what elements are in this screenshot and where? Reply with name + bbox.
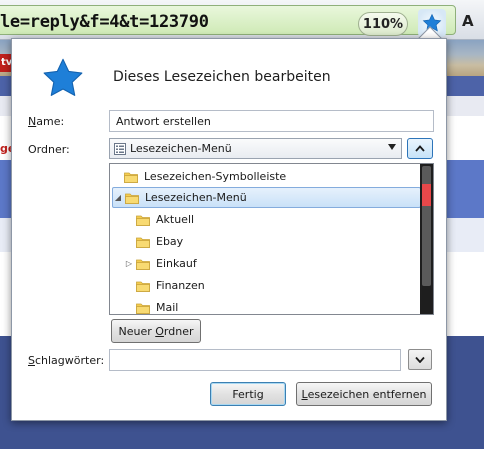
tree-twisty-collapsed[interactable]: ▷ — [124, 259, 134, 268]
folder-icon — [136, 259, 150, 270]
tree-item-label: Mail — [156, 301, 179, 314]
url-text[interactable]: le=reply&f=4&t=123790 — [0, 12, 209, 32]
tags-label-accel: S — [28, 354, 35, 367]
tree-item-lesezeichen-menue[interactable]: ◢ Lesezeichen-Menü — [112, 187, 421, 208]
new-folder-label-accel: O — [155, 324, 164, 338]
zoom-level-badge[interactable]: 110% — [358, 12, 408, 36]
collapse-folder-tree-button[interactable] — [407, 138, 433, 159]
tree-item-lesezeichen-symbolleiste[interactable]: Lesezeichen-Symbolleiste — [112, 166, 421, 187]
folder-tree[interactable]: Lesezeichen-Symbolleiste ◢ Lesezeichen-M… — [109, 163, 434, 315]
remove-label-rest: esezeichen entfernen — [307, 387, 427, 401]
folder-select[interactable]: Lesezeichen-Menü — [109, 138, 402, 159]
remove-bookmark-button[interactable]: Lesezeichen entfernen — [296, 382, 432, 406]
toolbar-overflow-letter[interactable]: A — [462, 12, 474, 30]
tags-dropdown-button[interactable] — [408, 349, 432, 370]
tree-item-label: Lesezeichen-Menü — [145, 191, 247, 204]
new-folder-label-pre: Neuer — [118, 324, 156, 338]
tags-input[interactable] — [109, 349, 401, 371]
folder-icon — [136, 237, 150, 248]
tags-label-rest: chlagwörter: — [34, 354, 105, 367]
chevron-down-icon — [388, 144, 396, 150]
chevron-down-icon — [415, 356, 425, 363]
tree-scrollbar-marker — [422, 184, 431, 206]
done-button[interactable]: Fertig — [210, 382, 286, 406]
tree-item-label: Finanzen — [156, 279, 205, 292]
tree-item-einkauf[interactable]: ▷ Einkauf — [112, 253, 421, 274]
tree-item-ebay[interactable]: Ebay — [112, 231, 421, 252]
folder-label: Ordner: — [28, 143, 70, 156]
folder-icon — [125, 193, 139, 204]
edit-bookmark-panel: Dieses Lesezeichen bearbeiten Name: Ordn… — [11, 38, 447, 421]
panel-title: Dieses Lesezeichen bearbeiten — [113, 69, 331, 85]
name-label: Name: — [28, 115, 64, 128]
folder-icon — [124, 172, 138, 183]
folder-icon — [136, 303, 150, 314]
tags-label: Schlagwörter: — [28, 354, 104, 367]
tree-item-label: Ebay — [156, 235, 184, 248]
star-icon — [41, 56, 85, 103]
tree-item-finanzen[interactable]: Finanzen — [112, 275, 421, 296]
tree-scrollbar[interactable] — [420, 164, 433, 314]
tree-item-aktuell[interactable]: Aktuell — [112, 209, 421, 230]
name-label-rest: ame: — [36, 115, 65, 128]
bookmarks-menu-icon — [114, 142, 126, 155]
tree-item-label: Lesezeichen-Symbolleiste — [144, 170, 287, 183]
folder-icon — [136, 281, 150, 292]
browser-toolbar: le=reply&f=4&t=123790 110% A — [0, 0, 484, 40]
name-label-accel: N — [28, 115, 37, 128]
tree-item-label: Aktuell — [156, 213, 195, 226]
chevron-up-icon — [415, 145, 425, 152]
name-input[interactable] — [109, 110, 434, 132]
folder-icon — [136, 215, 150, 226]
tree-item-mail[interactable]: Mail — [112, 297, 421, 314]
new-folder-button[interactable]: Neuer Ordner — [111, 319, 201, 343]
tree-item-label: Einkauf — [156, 257, 197, 270]
new-folder-label-post: rdner — [163, 324, 194, 338]
folder-select-value: Lesezeichen-Menü — [130, 142, 232, 155]
tree-twisty-expanded[interactable]: ◢ — [113, 193, 123, 202]
